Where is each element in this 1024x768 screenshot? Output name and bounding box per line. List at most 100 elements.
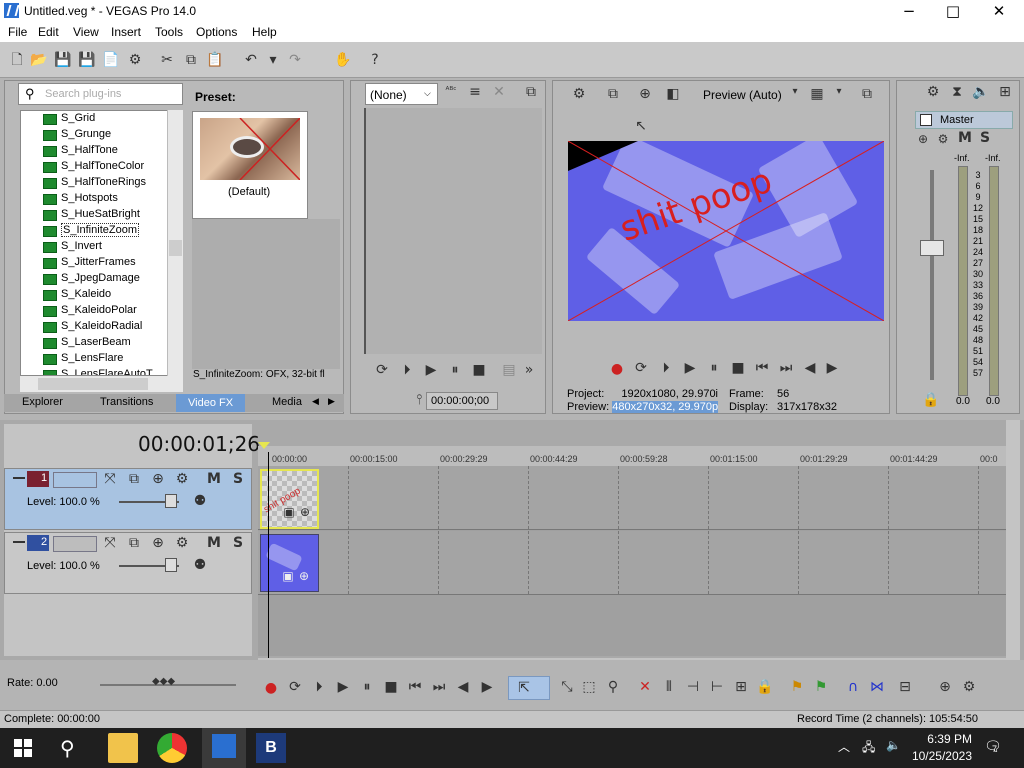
loop-icon[interactable]: ⟳ <box>373 362 391 378</box>
plugin-item[interactable]: S_HueSatBright <box>43 208 140 224</box>
undo-dropdown-icon[interactable]: ▾ <box>264 51 282 69</box>
pause-icon[interactable]: ⏸ <box>358 679 376 695</box>
video-preview[interactable] <box>568 141 884 321</box>
plugin-item[interactable]: S_Hotspots <box>43 192 118 208</box>
record-icon[interactable]: ● <box>262 680 280 696</box>
track-lane-2[interactable] <box>258 531 1006 595</box>
loop-region-marker[interactable] <box>258 442 270 449</box>
network-icon[interactable]: 🖧 <box>862 738 875 759</box>
preview-quality-dropdown[interactable]: Preview (Auto) <box>703 88 782 102</box>
tab-video-fx[interactable]: Video FX <box>176 394 246 412</box>
track-fx-icon[interactable]: ⚙ <box>173 471 191 487</box>
stop-icon[interactable]: ■ <box>470 362 488 378</box>
split-screen-icon[interactable]: ⊕ <box>636 86 654 102</box>
windows-start-icon[interactable] <box>14 739 32 757</box>
go-to-start-icon[interactable]: ⏮ <box>753 360 771 376</box>
play-from-start-icon[interactable]: ⏵ <box>398 362 416 378</box>
file-explorer-icon[interactable] <box>108 733 138 763</box>
solo-button[interactable]: S <box>976 130 994 146</box>
solo-button[interactable]: S <box>229 471 247 487</box>
menu-help[interactable]: Help <box>252 25 277 39</box>
trim-icon[interactable]: ⫴ <box>660 679 678 695</box>
maximize-button[interactable]: □ <box>930 0 976 22</box>
go-to-end-icon[interactable]: ⏭ <box>777 360 795 376</box>
lock-icon[interactable]: 🔒 <box>922 392 940 408</box>
marker-icon[interactable]: ⚑ <box>788 679 806 695</box>
plugin-item[interactable]: S_Invert <box>43 240 102 256</box>
master-fader-track[interactable] <box>930 170 934 380</box>
plugin-item[interactable]: S_JpegDamage <box>43 272 140 288</box>
timeline-vscrollbar[interactable] <box>1006 420 1020 660</box>
abc-icon[interactable]: ᴬᴮᶜ <box>442 86 460 96</box>
master-fader-knob[interactable] <box>920 240 944 256</box>
plugin-item[interactable]: S_HalfToneColor <box>43 160 144 176</box>
mixer-icon[interactable]: ⊞ <box>996 84 1014 100</box>
fx-icon[interactable]: ⚙ <box>934 132 952 146</box>
play-icon[interactable]: ▶ <box>422 362 440 378</box>
trimmer-dropdown[interactable]: (None) ⌵ <box>365 83 438 105</box>
envelope-tool-icon[interactable]: ⤡ <box>558 679 576 695</box>
chevron-down-icon[interactable]: ▾ <box>786 86 804 97</box>
plugin-item[interactable]: S_HalfToneRings <box>43 176 146 192</box>
plugin-item[interactable]: S_Grunge <box>43 128 111 144</box>
save-as-icon[interactable]: 💾 <box>78 51 96 69</box>
lock-icon[interactable]: 🔒 <box>756 679 774 695</box>
vegas-taskbar-item[interactable] <box>202 728 246 768</box>
trimmer-view[interactable] <box>364 108 542 354</box>
tab-media[interactable]: Media <box>272 396 302 408</box>
minimize-track-icon[interactable] <box>13 541 25 543</box>
track-fx-icon[interactable]: ⚙ <box>173 535 191 551</box>
compositing-icon[interactable]: ⊕ <box>149 535 167 551</box>
add-to-timeline-icon[interactable]: ▤ <box>500 362 518 378</box>
level-slider-knob[interactable] <box>165 494 177 508</box>
event-pan-icon[interactable]: ⊕ <box>936 679 954 695</box>
selection-tool-icon[interactable]: ⬚ <box>580 679 598 695</box>
system-clock[interactable]: 6:39 PM 10/25/2023 <box>900 731 972 765</box>
trim-end-icon[interactable]: ⊢ <box>708 679 726 695</box>
pause-icon[interactable]: ⏸ <box>705 360 723 376</box>
go-to-end-icon[interactable]: ⏭ <box>430 679 448 695</box>
new-project-icon[interactable]: 🗋 <box>8 51 26 69</box>
open-icon[interactable]: 📂 <box>30 51 48 69</box>
minimize-track-icon[interactable] <box>13 477 25 479</box>
menu-view[interactable]: View <box>73 25 99 39</box>
plugin-tree-hscrollbar[interactable] <box>20 376 183 392</box>
track-name-field[interactable] <box>53 472 97 488</box>
region-icon[interactable]: ⚑ <box>812 679 830 695</box>
plugin-item[interactable]: S_Grid <box>43 112 95 128</box>
menu-insert[interactable]: Insert <box>111 25 141 39</box>
play-from-start-icon[interactable]: ⏵ <box>657 360 675 376</box>
mute-button[interactable]: M <box>205 535 223 551</box>
plugin-item[interactable]: S_LaserBeam <box>43 336 131 352</box>
redo-icon[interactable]: ↷ <box>286 51 304 69</box>
menu-file[interactable]: File <box>8 25 27 39</box>
pan-icon[interactable]: ⊕ <box>914 132 932 146</box>
track-header-2[interactable]: 2 ⤧ ⧉ ⊕ ⚙ M S Level: 100.0 % ⚉ <box>4 532 252 594</box>
auto-crossfade-icon[interactable]: ⋈ <box>868 679 886 695</box>
ripple-edit-icon[interactable]: ⊟ <box>896 679 914 695</box>
preset-default-thumbnail[interactable] <box>200 118 300 180</box>
split-icon[interactable]: ⊞ <box>732 679 750 695</box>
mute-button[interactable]: M <box>956 130 974 146</box>
tab-scroll-right-icon[interactable]: ▶ <box>328 396 335 407</box>
plugin-item[interactable]: S_JitterFrames <box>43 256 136 272</box>
event-fx-icon[interactable]: ⊕ <box>295 569 313 583</box>
level-slider-knob[interactable] <box>165 558 177 572</box>
plugin-tree-vscrollbar[interactable] <box>167 110 183 376</box>
speaker-icon[interactable]: 🔈 <box>972 84 990 100</box>
properties-icon[interactable]: ⚙ <box>126 51 144 69</box>
downmix-icon[interactable]: ⧗ <box>948 84 966 100</box>
list-icon[interactable]: ≡ <box>466 84 484 100</box>
plugin-item[interactable]: S_KaleidoPolar <box>43 304 137 320</box>
close-button[interactable]: ✕ <box>976 0 1022 22</box>
delete-icon[interactable]: ✕ <box>490 84 508 100</box>
more-icon[interactable]: » <box>520 362 538 378</box>
blend-icon[interactable]: ⚉ <box>191 493 209 509</box>
properties-icon[interactable]: ⚙ <box>570 86 588 102</box>
play-icon[interactable]: ▶ <box>334 679 352 695</box>
save-icon[interactable]: 💾 <box>54 51 72 69</box>
show-hidden-icons-icon[interactable]: ︿ <box>838 738 850 755</box>
loop-icon[interactable]: ⟳ <box>632 360 650 376</box>
window-icon[interactable]: ⧉ <box>522 84 540 100</box>
preset-default-label[interactable]: (Default) <box>228 186 270 198</box>
